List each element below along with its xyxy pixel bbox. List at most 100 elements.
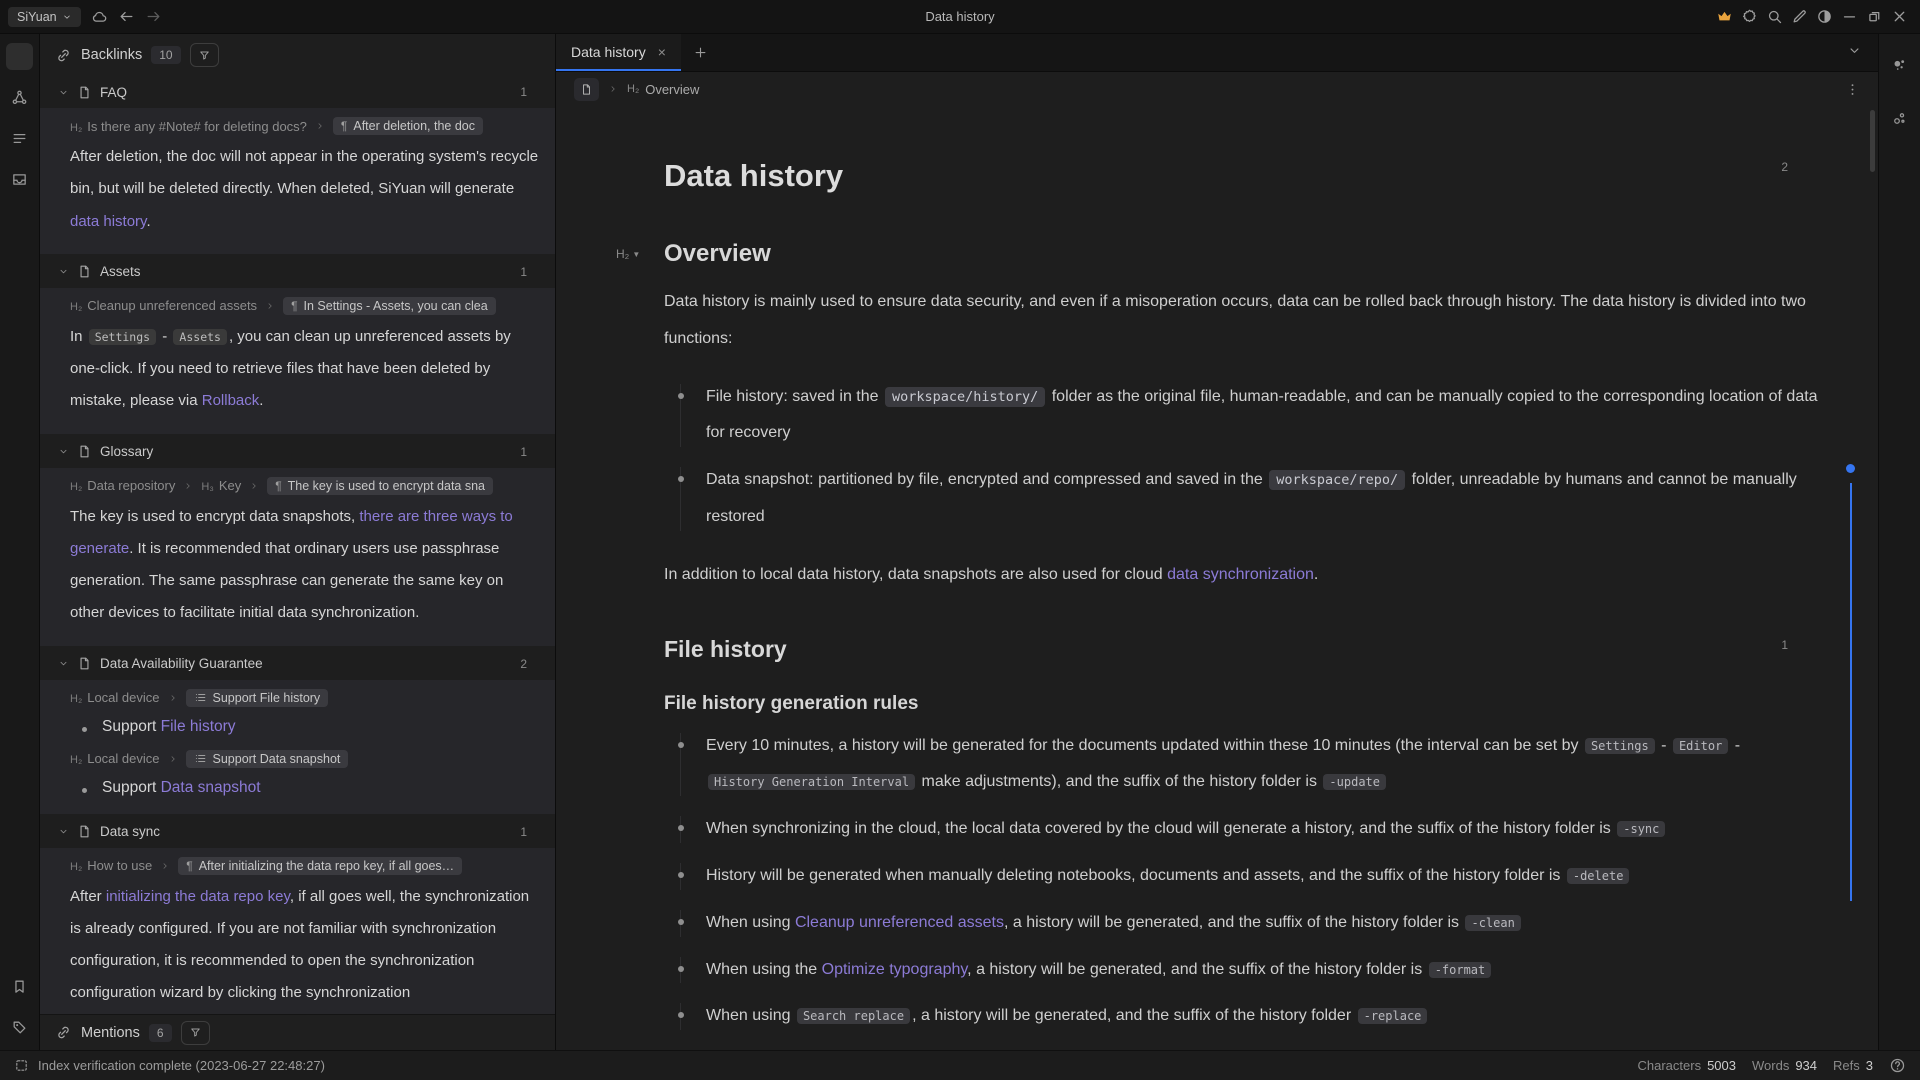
backlink-section-header[interactable]: Assets1: [40, 256, 555, 288]
kbd-tag: Settings: [1585, 738, 1655, 754]
breadcrumb-item[interactable]: H₃Key: [201, 478, 241, 493]
backlink-excerpt[interactable]: After deletion, the doc will not appear …: [40, 138, 555, 245]
backlink-breadcrumb[interactable]: H₂Local device Support Data snapshot: [40, 744, 555, 771]
window-title: Data history: [360, 9, 1560, 24]
list-item[interactable]: When synchronizing in the cloud, the loc…: [664, 806, 1818, 853]
collapse-arrow-icon[interactable]: ▼: [632, 250, 640, 259]
app-menu-button[interactable]: SiYuan: [8, 7, 81, 27]
chevron-right-icon: [315, 121, 325, 131]
list-item[interactable]: When using Search replace, a history wil…: [664, 993, 1818, 1040]
ref-link[interactable]: Rollback: [202, 392, 260, 409]
paragraph-block[interactable]: Data history is mainly used to ensure da…: [664, 284, 1818, 358]
minimize-icon[interactable]: [1841, 8, 1858, 25]
link-icon: [55, 47, 72, 64]
backlink-excerpt[interactable]: After initializing the data repo key, if…: [40, 878, 555, 1015]
heading-h4[interactable]: File history generation rules: [664, 693, 1818, 715]
breadcrumb-item[interactable]: H₂Local device: [70, 690, 160, 705]
heading-text: Data history: [664, 158, 843, 193]
editor[interactable]: Data history2 H₂▼ Overview Data history is …: [556, 106, 1878, 1050]
dock-item-inbox[interactable]: [6, 166, 33, 193]
dock-item-graph-global[interactable]: [1886, 105, 1913, 132]
help-icon[interactable]: [1889, 1057, 1906, 1074]
ref-link[interactable]: initializing the data repo key: [106, 888, 290, 905]
forward-icon[interactable]: [145, 8, 162, 25]
breadcrumb-item[interactable]: H₂Is there any #Note# for deleting docs?: [70, 119, 307, 134]
backlink-section-header[interactable]: Data sync1: [40, 816, 555, 848]
maximize-icon[interactable]: [1866, 8, 1883, 25]
heading-h3[interactable]: File history1: [664, 636, 1818, 663]
document-icon-button[interactable]: [574, 78, 599, 101]
breadcrumb-item[interactable]: H₂Data repository: [70, 478, 175, 493]
heading-h1[interactable]: Data history2: [664, 158, 1818, 194]
crown-icon[interactable]: [1716, 8, 1733, 25]
list-item[interactable]: When using Cleanup unreferenced assets, …: [664, 900, 1818, 947]
search-icon[interactable]: [1766, 8, 1783, 25]
theme-icon[interactable]: [1816, 8, 1833, 25]
tab-data-history[interactable]: Data history ×: [556, 34, 681, 71]
breadcrumb-block-box[interactable]: Support Data snapshot: [186, 750, 349, 768]
breadcrumb-item[interactable]: H₂Cleanup unreferenced assets: [70, 298, 257, 313]
backlink-breadcrumb[interactable]: H₂Local device Support File history: [40, 683, 555, 710]
mentions-bar[interactable]: Mentions 6: [40, 1014, 555, 1050]
tab-list-button[interactable]: [1847, 43, 1862, 63]
ref-link[interactable]: data synchronization: [1167, 566, 1314, 583]
list-item[interactable]: History will be generated when manually …: [664, 853, 1818, 900]
backlink-breadcrumb[interactable]: H₂Data repository H₃Key ¶The key is used t…: [40, 471, 555, 498]
backlink-excerpt[interactable]: In Settings - Assets, you can clean up u…: [40, 318, 555, 425]
paragraph-block[interactable]: In addition to local data history, data …: [664, 557, 1818, 594]
breadcrumb-item[interactable]: H₂How to use: [70, 858, 152, 873]
ref-link[interactable]: Data snapshot: [161, 779, 261, 796]
heading-gutter[interactable]: H₂▼: [616, 247, 640, 261]
close-tab-icon[interactable]: ×: [658, 45, 666, 59]
dock-item-outline[interactable]: [6, 125, 33, 152]
backlinks-panel: Backlinks 10 FAQ1H₂Is there any #Note# f…: [40, 34, 556, 1050]
breadcrumb-heading-text[interactable]: Overview: [645, 82, 699, 97]
edit-icon[interactable]: [1791, 8, 1808, 25]
list-item[interactable]: File history: saved in the workspace/his…: [664, 374, 1818, 458]
heading-h2[interactable]: Overview: [664, 240, 1818, 268]
cloud-sync-icon[interactable]: [91, 8, 108, 25]
scroll-position-indicator: [1846, 464, 1856, 901]
breadcrumb-block-box[interactable]: ¶The key is used to encrypt data sna: [267, 477, 493, 495]
dock-item-graph[interactable]: [6, 84, 33, 111]
breadcrumb-block-box[interactable]: ¶After initializing the data repo key, i…: [178, 857, 462, 875]
dock-item-graph-local[interactable]: [1886, 52, 1913, 79]
dock-item-bookmark[interactable]: [6, 973, 33, 1000]
close-icon[interactable]: [1891, 8, 1908, 25]
backlink-section-header[interactable]: Data Availability Guarantee2: [40, 648, 555, 680]
marketplace-icon[interactable]: [1741, 8, 1758, 25]
editor-scrollbar-thumb[interactable]: [1870, 110, 1875, 172]
ref-link[interactable]: Optimize typography: [822, 961, 968, 978]
backlink-breadcrumb[interactable]: H₂How to use ¶After initializing the data…: [40, 851, 555, 878]
back-icon[interactable]: [118, 8, 135, 25]
backlink-excerpt[interactable]: Support Data snapshot: [40, 771, 555, 805]
list-item[interactable]: When using the Optimize typography, a hi…: [664, 947, 1818, 994]
more-options-icon[interactable]: [1845, 82, 1860, 97]
breadcrumb-block-box[interactable]: ¶In Settings - Assets, you can clea: [283, 297, 496, 315]
chevron-right-icon: [249, 481, 259, 491]
list-item[interactable]: Data snapshot: partitioned by file, encr…: [664, 457, 1818, 541]
ref-link[interactable]: File history: [161, 718, 236, 735]
dock-item-backlinks[interactable]: [6, 43, 33, 70]
breadcrumb-block-box[interactable]: Support File history: [186, 689, 329, 707]
ref-link[interactable]: data history: [70, 213, 146, 230]
backlink-breadcrumb[interactable]: H₂Is there any #Note# for deleting docs?…: [40, 111, 555, 138]
inline-code: workspace/history/: [885, 387, 1045, 407]
ref-link[interactable]: Cleanup unreferenced assets: [795, 914, 1004, 931]
right-dock: [1878, 34, 1920, 1050]
backlink-section-header[interactable]: FAQ1: [40, 76, 555, 108]
list-item[interactable]: Every 10 minutes, a history will be gene…: [664, 723, 1818, 807]
backlinks-filter-button[interactable]: [190, 43, 219, 67]
backlink-excerpt[interactable]: Support File history: [40, 710, 555, 744]
heading-level-tag: H₃: [201, 481, 213, 493]
backlink-section-header[interactable]: Glossary1: [40, 436, 555, 468]
mentions-filter-button[interactable]: [181, 1021, 210, 1045]
breadcrumb-block-box[interactable]: ¶After deletion, the doc: [333, 117, 483, 135]
heading-level-tag: H₂: [70, 861, 82, 873]
breadcrumb-item[interactable]: H₂Local device: [70, 751, 160, 766]
backlink-breadcrumb[interactable]: H₂Cleanup unreferenced assets ¶In Setting…: [40, 291, 555, 318]
backlinks-icon: [11, 48, 28, 65]
new-tab-button[interactable]: [681, 34, 721, 71]
backlink-excerpt[interactable]: The key is used to encrypt data snapshot…: [40, 498, 555, 637]
dock-item-tag[interactable]: [6, 1014, 33, 1041]
